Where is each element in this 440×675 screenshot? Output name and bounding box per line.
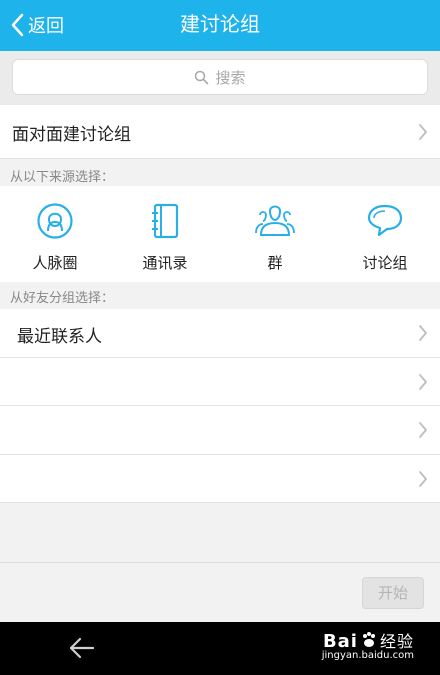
chevron-right-icon (419, 325, 427, 341)
discussion-bubble-icon (367, 204, 403, 237)
search-placeholder: 搜索 (215, 68, 246, 87)
group-icon (255, 205, 295, 236)
chevron-right-icon (419, 124, 427, 140)
source-label: 通讯录 (142, 254, 188, 272)
contacts-circle-icon (37, 203, 73, 239)
friend-group-row[interactable] (0, 406, 440, 455)
face-to-face-row[interactable]: 面对面建讨论组 (0, 105, 440, 159)
watermark-brand: Bai (322, 631, 358, 652)
source-discussion[interactable]: 讨论组 (330, 186, 440, 282)
sources-section-label: 从以下来源选择： (10, 170, 115, 185)
arrow-left-icon[interactable] (68, 636, 96, 660)
paw-icon (362, 632, 375, 647)
chevron-right-icon (419, 374, 427, 390)
source-label: 群 (267, 254, 283, 272)
baidu-watermark: Bai 经验 jingyan.baidu.com (322, 628, 414, 661)
page-title: 建讨论组 (180, 12, 260, 36)
face-to-face-label: 面对面建讨论组 (12, 125, 131, 145)
back-button[interactable]: 返回 (10, 10, 64, 40)
start-button[interactable]: 开始 (362, 577, 424, 609)
back-label: 返回 (28, 16, 64, 37)
friend-groups-section-label: 从好友分组选择： (10, 291, 115, 306)
friend-group-row[interactable] (0, 358, 440, 406)
watermark-url: jingyan.baidu.com (321, 650, 414, 661)
source-group[interactable]: 群 (220, 186, 330, 282)
search-icon (195, 70, 209, 84)
source-grid: 人脉圈 通讯录 群 讨论组 (0, 186, 440, 282)
source-label: 讨论组 (362, 254, 408, 272)
address-book-icon (152, 203, 179, 239)
chevron-left-icon (11, 13, 24, 37)
friend-group-row[interactable] (0, 455, 440, 503)
source-label: 人脉圈 (32, 254, 78, 272)
bottom-action-bar: 开始 (0, 562, 440, 623)
watermark-suffix: 经验 (379, 632, 414, 651)
title-bar: 返回 建讨论组 (0, 0, 440, 51)
friend-group-row[interactable]: 最近联系人 (0, 309, 440, 358)
friend-group-label: 最近联系人 (17, 327, 102, 347)
source-contacts-circle[interactable]: 人脉圈 (0, 186, 110, 282)
source-address-book[interactable]: 通讯录 (110, 186, 220, 282)
chevron-right-icon (419, 422, 427, 438)
chevron-right-icon (419, 471, 427, 487)
search-input[interactable]: 搜索 (12, 59, 428, 95)
system-nav-bar: Bai 经验 jingyan.baidu.com (0, 622, 440, 675)
search-area: 搜索 (0, 51, 440, 105)
